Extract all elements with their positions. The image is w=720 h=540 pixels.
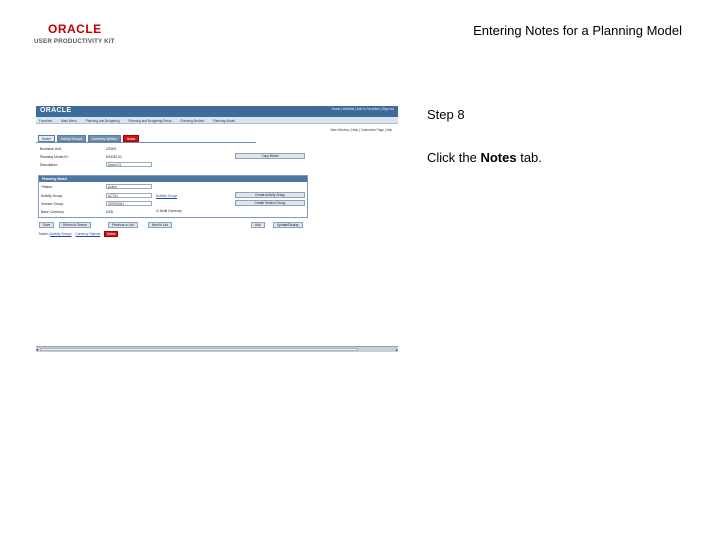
tab-currency-options[interactable]: Currency Options xyxy=(88,135,121,142)
bottom-tab-links: Model | Activity Groups Currency Options… xyxy=(39,231,119,237)
instruction-prefix: Click the xyxy=(427,150,481,165)
field-value: USD xyxy=(106,210,114,214)
breadcrumb-item[interactable]: Favorites xyxy=(39,119,52,123)
oracle-logo-word: ORACLE xyxy=(48,22,102,36)
oracle-upk-logo: ORACLE USER PRODUCTIVITY KIT xyxy=(34,22,126,48)
field-label: Business Unit: xyxy=(40,147,62,151)
copy-model-button[interactable]: Copy Model xyxy=(235,153,305,159)
link-activity-groups[interactable]: Activity Groups xyxy=(50,232,71,236)
breadcrumb: Favorites Main Menu Planning and Budgeti… xyxy=(36,117,398,124)
save-button[interactable]: Save xyxy=(39,222,55,228)
description-input[interactable]: Model 01 xyxy=(106,162,152,167)
upk-logo-subtitle: USER PRODUCTIVITY KIT xyxy=(34,38,115,45)
field-label: *Status: xyxy=(41,185,53,189)
group-title: Planning Model xyxy=(39,176,307,182)
step-instruction: Click the Notes tab. xyxy=(427,150,542,165)
application-screenshot: ORACLE Home | Worklist | Add to Favorite… xyxy=(36,106,398,352)
utility-links[interactable]: New Window | Help | Customize Page | htt… xyxy=(330,128,392,132)
previous-in-list-button[interactable]: Previous in List xyxy=(108,222,138,228)
create-activity-group-button[interactable]: Create Activity Group xyxy=(235,192,305,198)
multi-currency-checkbox[interactable]: ☑ Multi Currency xyxy=(156,209,182,213)
field-label: Description: xyxy=(40,163,58,167)
breadcrumb-item[interactable]: Planning and Budgeting Setup xyxy=(128,119,171,123)
activity-group-select[interactable]: ACT01 xyxy=(106,193,152,198)
next-in-list-button[interactable]: Next in List xyxy=(148,222,172,228)
link-notes[interactable]: Notes xyxy=(104,231,119,237)
app-nav-links[interactable]: Home | Worklist | Add to Favorites | Sig… xyxy=(332,107,394,111)
field-label: Base Currency: xyxy=(41,210,65,214)
status-select[interactable]: Active xyxy=(106,184,152,189)
scrollbar-thumb[interactable] xyxy=(40,348,358,351)
page-title: Entering Notes for a Planning Model xyxy=(473,23,682,38)
tab-model[interactable]: Model xyxy=(38,135,55,142)
breadcrumb-item[interactable]: Planning Model xyxy=(213,119,235,123)
field-value: MODEL01 xyxy=(106,155,122,159)
instruction-suffix: tab. xyxy=(516,150,542,165)
step-number: Step 8 xyxy=(427,107,465,122)
activity-group-link[interactable]: Activity Group xyxy=(156,194,177,198)
tab-notes[interactable]: Notes xyxy=(122,135,140,142)
scroll-left-icon[interactable]: ◂ xyxy=(36,347,38,352)
instruction-target: Notes xyxy=(480,150,517,165)
field-value: US001 xyxy=(106,147,117,151)
link-currency-options[interactable]: Currency Options xyxy=(75,232,100,236)
create-version-group-button[interactable]: Create Version Group xyxy=(235,200,305,206)
tab-activity-groups[interactable]: Activity Groups xyxy=(56,135,87,142)
breadcrumb-item[interactable]: Planning Models xyxy=(180,119,204,123)
bottom-links-prefix: Model | xyxy=(39,232,50,236)
app-top-bar: ORACLE Home | Worklist | Add to Favorite… xyxy=(36,106,398,117)
field-label: Activity Group: xyxy=(41,194,64,198)
scroll-right-icon[interactable]: ▸ xyxy=(396,347,398,352)
horizontal-scrollbar[interactable]: ◂ ▸ xyxy=(36,346,398,352)
field-label: Version Group: xyxy=(41,202,64,206)
version-group-select[interactable]: VERSION1 xyxy=(106,201,152,206)
breadcrumb-item[interactable]: Planning and Budgeting xyxy=(86,119,120,123)
breadcrumb-item[interactable]: Main Menu xyxy=(61,119,77,123)
checkbox-label: Multi Currency xyxy=(159,209,182,213)
add-button[interactable]: Add xyxy=(251,222,265,228)
update-display-button[interactable]: Update/Display xyxy=(273,222,303,228)
return-to-search-button[interactable]: Return to Search xyxy=(59,222,92,228)
tab-strip: Model Activity Groups Currency Options N… xyxy=(38,135,141,142)
app-brand-logo: ORACLE xyxy=(40,107,72,114)
tab-divider xyxy=(36,142,256,143)
field-label: Planning Model ID: xyxy=(40,155,69,159)
